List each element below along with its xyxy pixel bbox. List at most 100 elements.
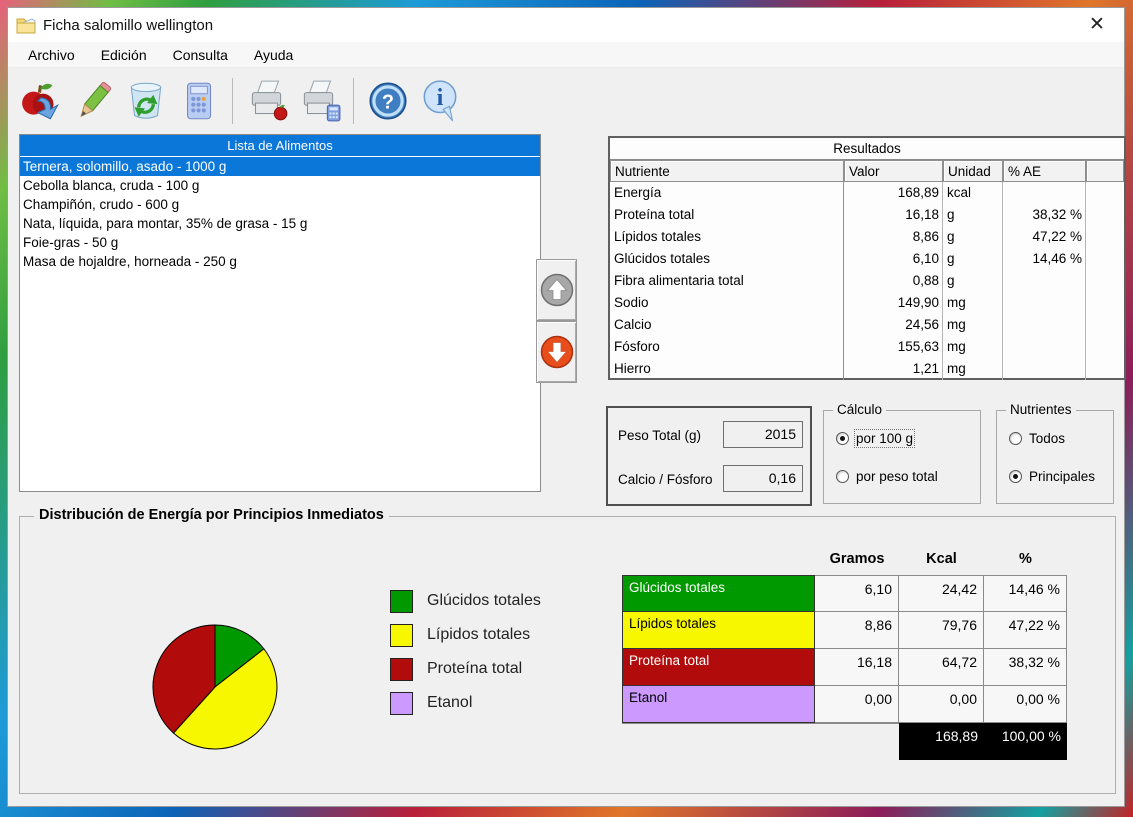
energy-row-glucidos: Glúcidos totales 6,10 24,42 14,46 %	[622, 575, 1067, 612]
results-cell	[1003, 336, 1086, 358]
radio-icon[interactable]	[1009, 432, 1022, 445]
col-header-valor[interactable]: Valor	[844, 160, 943, 182]
radio-principales[interactable]: Principales	[1009, 469, 1095, 484]
move-up-button[interactable]	[536, 259, 577, 321]
radio-todos-label[interactable]: Todos	[1029, 431, 1065, 446]
summary-panel: Peso Total (g) 2015 Calcio / Fósforo 0,1…	[606, 406, 812, 506]
spacer	[815, 723, 899, 760]
help-icon: ?	[369, 82, 407, 120]
print-calculation-icon	[303, 80, 341, 122]
results-cell	[1003, 358, 1086, 380]
up-arrow-icon	[540, 273, 573, 307]
results-cell: mg	[943, 358, 1003, 380]
row-pct: 0,00 %	[984, 686, 1067, 723]
row-gramos: 0,00	[815, 686, 899, 723]
results-cell: Fósforo	[610, 336, 844, 358]
edit-food-button[interactable]	[68, 76, 120, 126]
down-arrow-icon	[540, 335, 573, 369]
radio-icon[interactable]	[836, 470, 849, 483]
total-pct: 100,00 %	[984, 723, 1067, 760]
move-down-button[interactable]	[536, 321, 577, 383]
radio-por-peso-total[interactable]: por peso total	[836, 469, 938, 484]
clear-list-button[interactable]	[120, 76, 172, 126]
menu-edicion[interactable]: Edición	[101, 47, 147, 63]
results-cell: g	[943, 270, 1003, 292]
food-list-item[interactable]: Foie-gras - 50 g	[20, 233, 540, 252]
results-row: Calcio 24,56 mg	[610, 314, 1124, 336]
food-list-item[interactable]: Masa de hojaldre, horneada - 250 g	[20, 252, 540, 271]
legend-label-glucidos: Glúcidos totales	[427, 592, 541, 609]
results-table: Resultados Nutriente Valor Unidad % AE E…	[608, 136, 1126, 380]
radio-todos[interactable]: Todos	[1009, 431, 1065, 446]
calculator-button[interactable]	[172, 76, 224, 126]
food-list[interactable]: Lista de Alimentos Ternera, solomillo, a…	[19, 134, 541, 492]
calculator-icon	[187, 82, 212, 120]
results-cell: 16,18	[844, 204, 943, 226]
menu-consulta[interactable]: Consulta	[173, 47, 228, 63]
results-cell: Calcio	[610, 314, 844, 336]
info-icon: i	[423, 80, 457, 122]
radio-por-100g[interactable]: por 100 g	[836, 429, 916, 448]
results-cell: mg	[943, 336, 1003, 358]
energy-pie-chart	[143, 615, 287, 759]
menu-archivo[interactable]: Archivo	[28, 47, 75, 63]
calculo-group-title: Cálculo	[833, 402, 887, 417]
legend-label-proteina: Proteína total	[427, 660, 523, 677]
svg-text:i: i	[437, 85, 444, 111]
results-cell: 1,21	[844, 358, 943, 380]
energy-row-proteina: Proteína total 16,18 64,72 38,32 %	[622, 649, 1067, 686]
results-row: Hierro 1,21 mg	[610, 358, 1124, 380]
help-button[interactable]: ?	[362, 76, 414, 126]
row-kcal: 79,76	[899, 612, 984, 649]
radio-por-peso-total-label[interactable]: por peso total	[856, 469, 938, 484]
add-food-button[interactable]	[16, 76, 68, 126]
window-title: Ficha salomillo wellington	[43, 16, 214, 34]
results-cell: mg	[943, 292, 1003, 314]
food-list-item[interactable]: Champiñón, crudo - 600 g	[20, 195, 540, 214]
results-cell: mg	[943, 314, 1003, 336]
energy-total-row: 168,89 100,00 %	[622, 723, 1067, 760]
app-window: Ficha salomillo wellington ✕ Archivo Edi…	[7, 7, 1126, 807]
trash-refresh-icon	[130, 82, 162, 119]
radio-principales-label[interactable]: Principales	[1029, 469, 1095, 484]
food-list-item[interactable]: Nata, líquida, para montar, 35% de grasa…	[20, 214, 540, 233]
radio-icon[interactable]	[836, 432, 849, 445]
results-cell: Hierro	[610, 358, 844, 380]
col-header-nutriente[interactable]: Nutriente	[610, 160, 844, 182]
results-cell: 0,88	[844, 270, 943, 292]
results-cell: 14,46 %	[1003, 248, 1086, 270]
radio-por-100g-label[interactable]: por 100 g	[853, 429, 916, 448]
menu-ayuda[interactable]: Ayuda	[254, 47, 293, 63]
calcio-fosforo-label: Calcio / Fósforo	[618, 472, 713, 487]
energy-row-etanol: Etanol 0,00 0,00 0,00 %	[622, 686, 1067, 723]
col-header-filler	[1086, 160, 1124, 182]
results-cell: 155,63	[844, 336, 943, 358]
results-header-row: Nutriente Valor Unidad % AE	[610, 160, 1124, 182]
toolbar-separator	[353, 78, 354, 124]
legend-swatch-lipidos	[390, 623, 413, 647]
food-list-item[interactable]: Cebolla blanca, cruda - 100 g	[20, 176, 540, 195]
info-button[interactable]: i	[414, 76, 466, 126]
food-list-item[interactable]: Ternera, solomillo, asado - 1000 g	[20, 157, 540, 176]
print-food-button[interactable]	[241, 76, 293, 126]
row-label: Proteína total	[622, 649, 815, 686]
radio-icon[interactable]	[1009, 470, 1022, 483]
energy-section-title: Distribución de Energía por Principios I…	[34, 507, 389, 523]
close-button[interactable]: ✕	[1084, 12, 1110, 38]
results-cell: g	[943, 204, 1003, 226]
row-kcal: 24,42	[899, 575, 984, 612]
results-row: Fibra alimentaria total 0,88 g	[610, 270, 1124, 292]
col-header-unidad[interactable]: Unidad	[943, 160, 1003, 182]
legend-swatch-glucidos	[390, 589, 413, 613]
print-calculation-button[interactable]	[293, 76, 345, 126]
col-header-ae[interactable]: % AE	[1003, 160, 1086, 182]
peso-total-label: Peso Total (g)	[618, 428, 702, 443]
row-gramos: 8,86	[815, 612, 899, 649]
results-cell	[1003, 314, 1086, 336]
results-row: Proteína total 16,18 g 38,32 %	[610, 204, 1124, 226]
apple-add-icon	[22, 83, 60, 120]
row-pct: 47,22 %	[984, 612, 1067, 649]
results-cell: 149,90	[844, 292, 943, 314]
results-row: Glúcidos totales 6,10 g 14,46 %	[610, 248, 1124, 270]
